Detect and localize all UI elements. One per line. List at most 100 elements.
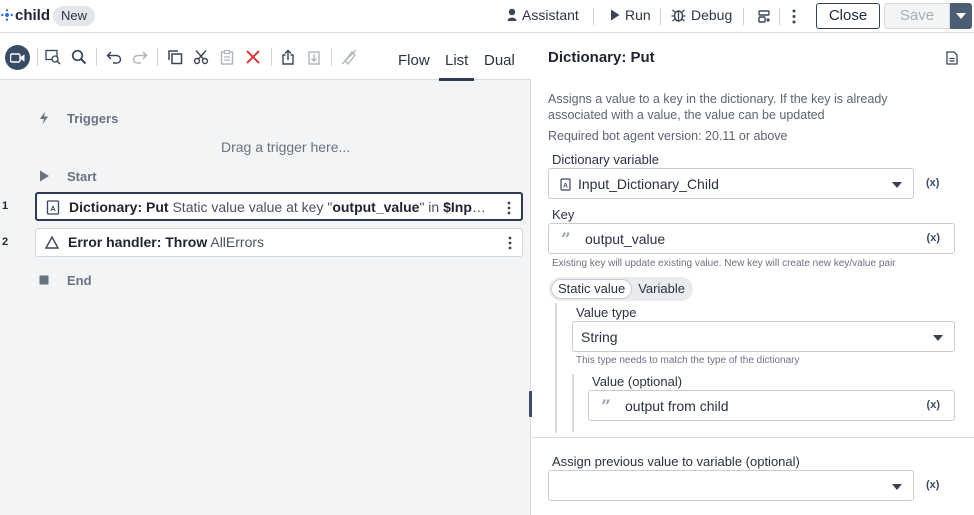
line-number: 1: [2, 200, 9, 212]
play-icon: [611, 9, 620, 21]
start-triangle-icon: [40, 170, 49, 182]
record-button[interactable]: [5, 45, 30, 70]
svg-text:A: A: [563, 183, 568, 190]
tab-list[interactable]: List: [438, 52, 475, 81]
chevron-down-icon: [892, 484, 902, 490]
value-type-select[interactable]: String: [572, 321, 955, 352]
triggers-label: Triggers: [67, 110, 119, 126]
value-input[interactable]: ” output from child (x): [588, 390, 955, 421]
chevron-down-icon: [933, 335, 943, 341]
step-detail-mid: " in: [419, 199, 444, 215]
assistant-label: Assistant: [522, 7, 579, 23]
value-type-label: Value type: [576, 305, 637, 320]
value-type-value: String: [581, 329, 618, 345]
key-label: Key: [552, 207, 575, 222]
key-value: output_value: [585, 231, 666, 247]
insert-variable-icon[interactable]: (x): [926, 479, 939, 491]
paste-icon[interactable]: [219, 49, 235, 65]
dictionary-variable-value: Input_Dictionary_Child: [578, 176, 719, 192]
delete-icon[interactable]: [245, 49, 261, 65]
insert-variable-icon[interactable]: (x): [927, 399, 940, 411]
debug-label: Debug: [691, 7, 733, 23]
toolbar-divider: [331, 48, 332, 66]
value-label: Value (optional): [592, 374, 683, 389]
action-title: Dictionary: Put: [548, 49, 655, 66]
step-text: Dictionary: Put Static value value at ke…: [69, 199, 491, 215]
insert-variable-icon[interactable]: (x): [926, 177, 939, 189]
search-screen-icon[interactable]: [45, 49, 61, 65]
toolbar-divider: [96, 48, 97, 66]
lightning-icon: [40, 111, 48, 125]
search-icon[interactable]: [71, 49, 87, 65]
value-text: output from child: [625, 398, 729, 414]
undo-icon[interactable]: [106, 49, 122, 65]
bot-title: child: [15, 7, 51, 24]
end-row: End: [0, 268, 531, 292]
close-button[interactable]: Close: [816, 3, 880, 29]
action-step-error-handler-throw[interactable]: Error handler: Throw AllErrors: [35, 228, 523, 257]
svg-text:A: A: [50, 204, 56, 213]
cut-icon[interactable]: [193, 49, 209, 65]
video-camera-icon: [10, 52, 25, 63]
top-bar: child New Assistant Run Debug Close Save: [0, 0, 974, 33]
dictionary-variable-select[interactable]: A Input_Dictionary_Child: [548, 168, 914, 199]
app-logo-icon: [1, 9, 13, 21]
properties-panel: Dictionary: Put Assigns a value to a key…: [532, 34, 974, 515]
disable-icon[interactable]: [341, 49, 357, 65]
chevron-down-icon: [892, 182, 902, 188]
editor-toolbar: Flow List Dual: [0, 34, 531, 81]
step-menu-icon[interactable]: [508, 236, 512, 250]
more-options-icon[interactable]: [792, 9, 796, 24]
documentation-icon[interactable]: [946, 51, 958, 65]
save-dropdown-button[interactable]: [950, 3, 972, 29]
triangle-icon: [45, 235, 59, 249]
tab-flow[interactable]: Flow: [398, 52, 430, 69]
required-version: Required bot agent version: 20.11 or abo…: [548, 129, 788, 143]
assistant-button[interactable]: Assistant: [507, 7, 579, 23]
nesting-guide: [555, 303, 557, 433]
step-name: Dictionary: Put: [69, 199, 169, 215]
key-hint: Existing key will update existing value.…: [552, 258, 896, 269]
start-label: Start: [67, 168, 97, 184]
redo-icon[interactable]: [132, 49, 148, 65]
tab-dual[interactable]: Dual: [484, 52, 515, 69]
debug-button[interactable]: Debug: [671, 7, 732, 23]
step-menu-icon[interactable]: [507, 201, 511, 215]
toolbar-divider: [593, 8, 594, 25]
dictionary-icon: A: [560, 178, 571, 191]
key-input[interactable]: ” output_value (x): [548, 223, 955, 254]
action-step-dictionary-put[interactable]: A Dictionary: Put Static value value at …: [35, 192, 523, 221]
toolbar-divider: [779, 8, 780, 25]
quote-icon: ”: [561, 230, 571, 250]
toolbar-divider: [271, 48, 272, 66]
step-detail-prefix: Static value value at key ": [172, 199, 333, 215]
dictionary-icon: A: [46, 200, 60, 215]
assign-previous-select[interactable]: [548, 470, 914, 501]
package-icon[interactable]: [758, 10, 770, 23]
copy-icon[interactable]: [167, 49, 183, 65]
step-detail: AllErrors: [210, 234, 265, 250]
step-text: Error handler: Throw AllErrors: [68, 234, 490, 250]
end-label: End: [67, 272, 92, 288]
run-label: Run: [625, 7, 651, 23]
toolbar-divider: [157, 48, 158, 66]
save-button[interactable]: Save: [884, 3, 950, 29]
trigger-drop-zone[interactable]: Drag a trigger here...: [221, 139, 350, 155]
actions-list-panel: Flow List Dual Triggers Drag a trigger h…: [0, 34, 531, 515]
start-row: Start: [0, 164, 531, 188]
insert-variable-icon[interactable]: (x): [927, 232, 940, 244]
run-button[interactable]: Run: [610, 7, 651, 23]
quote-icon: ”: [601, 397, 611, 417]
static-value-option[interactable]: Static value: [551, 279, 633, 299]
import-icon[interactable]: [306, 49, 322, 65]
action-description: Assigns a value to a key in the dictiona…: [548, 92, 888, 122]
variable-option[interactable]: Variable: [632, 279, 691, 299]
section-divider: [532, 437, 974, 438]
step-key: output_value: [332, 199, 420, 215]
dictionary-variable-label: Dictionary variable: [552, 152, 659, 167]
value-type-hint: This type needs to match the type of the…: [576, 355, 800, 366]
toolbar-divider: [37, 48, 38, 66]
export-icon[interactable]: [280, 49, 296, 65]
toolbar-divider: [743, 8, 744, 25]
triggers-row: Triggers: [0, 106, 531, 130]
